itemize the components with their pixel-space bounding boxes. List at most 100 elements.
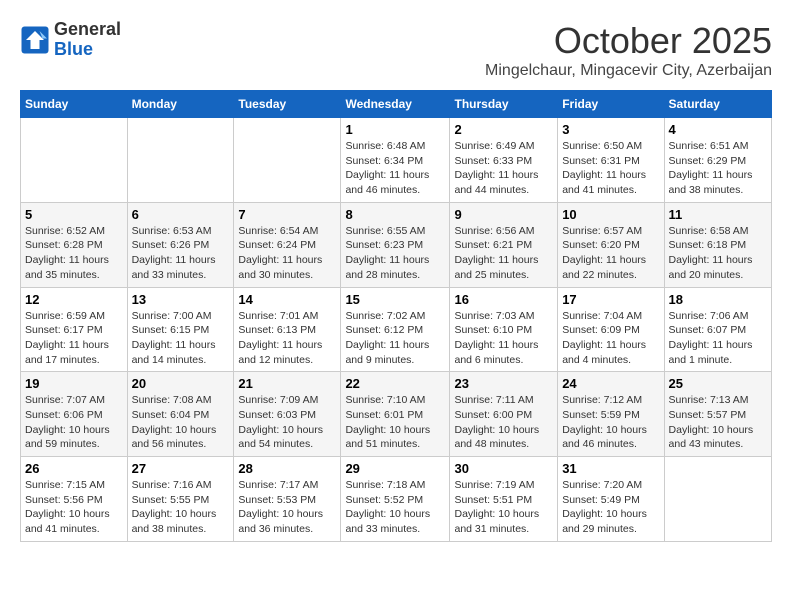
day-number: 25 bbox=[669, 376, 767, 391]
day-number: 22 bbox=[345, 376, 445, 391]
day-cell: 1 Sunrise: 6:48 AM Sunset: 6:34 PM Daylig… bbox=[341, 118, 450, 203]
day-number: 18 bbox=[669, 292, 767, 307]
day-cell bbox=[127, 118, 234, 203]
day-info: Sunrise: 6:50 AM Sunset: 6:31 PM Dayligh… bbox=[562, 139, 659, 198]
day-number: 20 bbox=[132, 376, 230, 391]
day-number: 23 bbox=[454, 376, 553, 391]
day-number: 2 bbox=[454, 122, 553, 137]
day-cell: 18 Sunrise: 7:06 AM Sunset: 6:07 PM Dayli… bbox=[664, 287, 771, 372]
day-cell: 17 Sunrise: 7:04 AM Sunset: 6:09 PM Dayli… bbox=[558, 287, 664, 372]
day-cell: 13 Sunrise: 7:00 AM Sunset: 6:15 PM Dayli… bbox=[127, 287, 234, 372]
day-info: Sunrise: 7:08 AM Sunset: 6:04 PM Dayligh… bbox=[132, 393, 230, 452]
day-info: Sunrise: 7:13 AM Sunset: 5:57 PM Dayligh… bbox=[669, 393, 767, 452]
day-number: 26 bbox=[25, 461, 123, 476]
day-cell: 10 Sunrise: 6:57 AM Sunset: 6:20 PM Dayli… bbox=[558, 202, 664, 287]
day-number: 4 bbox=[669, 122, 767, 137]
day-cell: 24 Sunrise: 7:12 AM Sunset: 5:59 PM Dayli… bbox=[558, 372, 664, 457]
day-cell: 11 Sunrise: 6:58 AM Sunset: 6:18 PM Dayli… bbox=[664, 202, 771, 287]
day-cell: 12Sunrise: 6:59 AM Sunset: 6:17 PM Dayli… bbox=[21, 287, 128, 372]
day-number: 9 bbox=[454, 207, 553, 222]
day-info: Sunrise: 6:53 AM Sunset: 6:26 PM Dayligh… bbox=[132, 224, 230, 283]
day-info: Sunrise: 6:58 AM Sunset: 6:18 PM Dayligh… bbox=[669, 224, 767, 283]
day-number: 10 bbox=[562, 207, 659, 222]
day-cell: 21 Sunrise: 7:09 AM Sunset: 6:03 PM Dayli… bbox=[234, 372, 341, 457]
day-number: 14 bbox=[238, 292, 336, 307]
logo: General Blue bbox=[20, 20, 121, 60]
day-info: Sunrise: 7:15 AM Sunset: 5:56 PM Dayligh… bbox=[25, 478, 123, 537]
day-info: Sunrise: 6:48 AM Sunset: 6:34 PM Dayligh… bbox=[345, 139, 445, 198]
day-number: 16 bbox=[454, 292, 553, 307]
day-info: Sunrise: 7:04 AM Sunset: 6:09 PM Dayligh… bbox=[562, 309, 659, 368]
day-number: 5 bbox=[25, 207, 123, 222]
day-number: 27 bbox=[132, 461, 230, 476]
day-info: Sunrise: 7:12 AM Sunset: 5:59 PM Dayligh… bbox=[562, 393, 659, 452]
day-number: 11 bbox=[669, 207, 767, 222]
header-saturday: Saturday bbox=[664, 91, 771, 118]
day-info: Sunrise: 6:57 AM Sunset: 6:20 PM Dayligh… bbox=[562, 224, 659, 283]
day-info: Sunrise: 6:49 AM Sunset: 6:33 PM Dayligh… bbox=[454, 139, 553, 198]
day-cell: 15Sunrise: 7:02 AM Sunset: 6:12 PM Dayli… bbox=[341, 287, 450, 372]
day-info: Sunrise: 7:11 AM Sunset: 6:00 PM Dayligh… bbox=[454, 393, 553, 452]
day-cell: 2 Sunrise: 6:49 AM Sunset: 6:33 PM Daylig… bbox=[450, 118, 558, 203]
day-cell: 26 Sunrise: 7:15 AM Sunset: 5:56 PM Dayli… bbox=[21, 457, 128, 542]
day-number: 13 bbox=[132, 292, 230, 307]
header-monday: Monday bbox=[127, 91, 234, 118]
calendar-header-row: SundayMondayTuesdayWednesdayThursdayFrid… bbox=[21, 91, 772, 118]
day-cell: 8Sunrise: 6:55 AM Sunset: 6:23 PM Daylig… bbox=[341, 202, 450, 287]
day-number: 24 bbox=[562, 376, 659, 391]
day-cell bbox=[21, 118, 128, 203]
day-number: 1 bbox=[345, 122, 445, 137]
logo-text: General Blue bbox=[54, 20, 121, 60]
day-cell: 28 Sunrise: 7:17 AM Sunset: 5:53 PM Dayli… bbox=[234, 457, 341, 542]
week-row-3: 19Sunrise: 7:07 AM Sunset: 6:06 PM Dayli… bbox=[21, 372, 772, 457]
day-info: Sunrise: 7:17 AM Sunset: 5:53 PM Dayligh… bbox=[238, 478, 336, 537]
day-number: 21 bbox=[238, 376, 336, 391]
day-number: 7 bbox=[238, 207, 336, 222]
logo-icon bbox=[20, 25, 50, 55]
day-cell: 9 Sunrise: 6:56 AM Sunset: 6:21 PM Daylig… bbox=[450, 202, 558, 287]
day-cell: 25 Sunrise: 7:13 AM Sunset: 5:57 PM Dayli… bbox=[664, 372, 771, 457]
header-friday: Friday bbox=[558, 91, 664, 118]
day-number: 30 bbox=[454, 461, 553, 476]
day-cell: 27Sunrise: 7:16 AM Sunset: 5:55 PM Dayli… bbox=[127, 457, 234, 542]
day-number: 15 bbox=[345, 292, 445, 307]
day-info: Sunrise: 7:10 AM Sunset: 6:01 PM Dayligh… bbox=[345, 393, 445, 452]
day-number: 29 bbox=[345, 461, 445, 476]
logo-line1: General bbox=[54, 20, 121, 40]
day-info: Sunrise: 7:09 AM Sunset: 6:03 PM Dayligh… bbox=[238, 393, 336, 452]
calendar-table: SundayMondayTuesdayWednesdayThursdayFrid… bbox=[20, 90, 772, 542]
day-number: 31 bbox=[562, 461, 659, 476]
day-info: Sunrise: 7:06 AM Sunset: 6:07 PM Dayligh… bbox=[669, 309, 767, 368]
day-cell: 14 Sunrise: 7:01 AM Sunset: 6:13 PM Dayli… bbox=[234, 287, 341, 372]
day-cell bbox=[234, 118, 341, 203]
day-number: 3 bbox=[562, 122, 659, 137]
day-info: Sunrise: 7:00 AM Sunset: 6:15 PM Dayligh… bbox=[132, 309, 230, 368]
header-thursday: Thursday bbox=[450, 91, 558, 118]
day-info: Sunrise: 7:03 AM Sunset: 6:10 PM Dayligh… bbox=[454, 309, 553, 368]
day-info: Sunrise: 7:01 AM Sunset: 6:13 PM Dayligh… bbox=[238, 309, 336, 368]
day-info: Sunrise: 6:56 AM Sunset: 6:21 PM Dayligh… bbox=[454, 224, 553, 283]
day-cell: 30 Sunrise: 7:19 AM Sunset: 5:51 PM Dayli… bbox=[450, 457, 558, 542]
day-cell: 31Sunrise: 7:20 AM Sunset: 5:49 PM Dayli… bbox=[558, 457, 664, 542]
day-cell: 4 Sunrise: 6:51 AM Sunset: 6:29 PM Daylig… bbox=[664, 118, 771, 203]
day-cell: 6 Sunrise: 6:53 AM Sunset: 6:26 PM Daylig… bbox=[127, 202, 234, 287]
day-cell: 22 Sunrise: 7:10 AM Sunset: 6:01 PM Dayli… bbox=[341, 372, 450, 457]
location-subtitle: Mingelchaur, Mingacevir City, Azerbaijan bbox=[485, 62, 772, 80]
header-wednesday: Wednesday bbox=[341, 91, 450, 118]
day-info: Sunrise: 6:51 AM Sunset: 6:29 PM Dayligh… bbox=[669, 139, 767, 198]
day-cell: 3 Sunrise: 6:50 AM Sunset: 6:31 PM Daylig… bbox=[558, 118, 664, 203]
day-info: Sunrise: 7:19 AM Sunset: 5:51 PM Dayligh… bbox=[454, 478, 553, 537]
day-cell: 29 Sunrise: 7:18 AM Sunset: 5:52 PM Dayli… bbox=[341, 457, 450, 542]
day-cell: 5Sunrise: 6:52 AM Sunset: 6:28 PM Daylig… bbox=[21, 202, 128, 287]
logo-line2: Blue bbox=[54, 40, 121, 60]
day-info: Sunrise: 7:18 AM Sunset: 5:52 PM Dayligh… bbox=[345, 478, 445, 537]
day-number: 12 bbox=[25, 292, 123, 307]
header-tuesday: Tuesday bbox=[234, 91, 341, 118]
week-row-0: 1 Sunrise: 6:48 AM Sunset: 6:34 PM Daylig… bbox=[21, 118, 772, 203]
day-number: 19 bbox=[25, 376, 123, 391]
day-number: 6 bbox=[132, 207, 230, 222]
day-info: Sunrise: 6:54 AM Sunset: 6:24 PM Dayligh… bbox=[238, 224, 336, 283]
day-cell bbox=[664, 457, 771, 542]
day-number: 17 bbox=[562, 292, 659, 307]
day-number: 28 bbox=[238, 461, 336, 476]
